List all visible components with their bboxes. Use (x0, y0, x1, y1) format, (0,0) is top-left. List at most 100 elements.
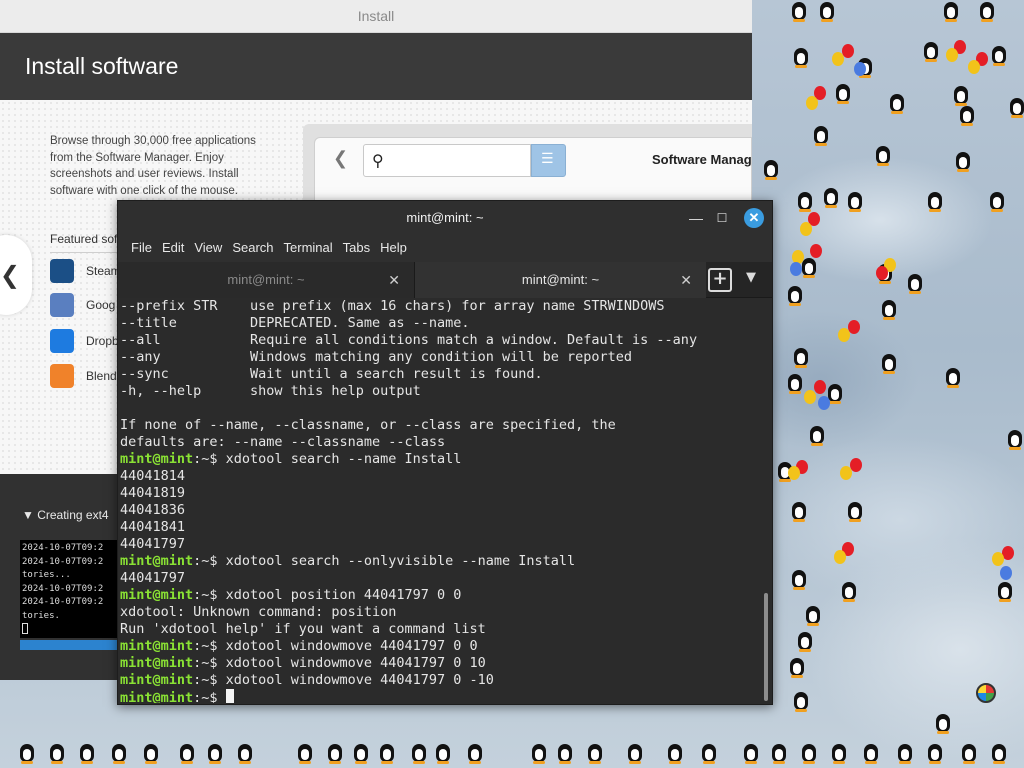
terminal-tab-1[interactable]: mint@mint: ~ ✕ (118, 262, 414, 298)
penguin-sprite (942, 0, 960, 22)
penguin-sprite (846, 500, 864, 522)
google-earth-icon (50, 293, 74, 317)
terminal-window[interactable]: mint@mint: ~ — ☐ ✕ File Edit View Search Ter… (117, 200, 773, 705)
shell-prompt: mint@mint (120, 587, 194, 603)
penguin-sprite (958, 104, 976, 126)
terminal-command-line: mint@mint:~$ xdotool position 44041797 0… (120, 587, 759, 604)
terminal-scrollbar[interactable] (764, 593, 768, 701)
penguin-sprite (880, 298, 898, 320)
menu-file[interactable]: File (126, 234, 157, 262)
penguin-sprite (808, 424, 826, 446)
software-manager-title: Software Manag (652, 152, 752, 167)
line-text: xdotool search --name Install (225, 451, 462, 467)
terminal-output-line: --all Require all conditions match a win… (120, 332, 759, 349)
penguin-sprite (770, 742, 788, 764)
penguin-sprite (326, 742, 344, 764)
menu-terminal[interactable]: Terminal (279, 234, 338, 262)
close-tab-icon[interactable]: ✕ (680, 262, 692, 298)
featured-item-label: Goog (86, 298, 116, 312)
penguin-sprite (952, 84, 970, 106)
terminal-tab-2[interactable]: mint@mint: ~ ✕ (414, 262, 706, 298)
search-icon: ⚲ (372, 151, 384, 170)
balloon (854, 62, 866, 76)
dropbox-icon (50, 329, 74, 353)
install-progress-toggle[interactable]: ▼ Creating ext4 (22, 508, 109, 522)
steam-icon (50, 259, 74, 283)
balloon (804, 390, 816, 404)
prompt-suffix: :~$ (193, 690, 226, 703)
prompt-suffix: :~$ (193, 638, 226, 654)
penguin-sprite (800, 742, 818, 764)
minimize-button[interactable]: — (686, 208, 706, 228)
terminal-output-line: If none of --name, --classname, or --cla… (120, 417, 759, 434)
terminal-output-line: 44041836 (120, 502, 759, 519)
shell-prompt: mint@mint (120, 553, 194, 569)
tab-menu-dropdown-icon[interactable]: ▼ (746, 270, 756, 285)
prompt-suffix: :~$ (193, 451, 226, 467)
balloon (968, 60, 980, 74)
penguin-sprite (906, 272, 924, 294)
penguin-sprite (742, 742, 760, 764)
terminal-titlebar[interactable]: mint@mint: ~ — ☐ ✕ (118, 201, 772, 234)
balloon (876, 266, 888, 280)
slide-description: Browse through 30,000 free applications … (50, 135, 256, 197)
menu-help[interactable]: Help (375, 234, 412, 262)
penguin-sprite (434, 742, 452, 764)
balloon (834, 550, 846, 564)
balloon (810, 244, 822, 258)
maximize-button[interactable]: ☐ (712, 208, 732, 228)
new-tab-button[interactable]: + (708, 268, 732, 292)
chevron-left-icon: ❮ (0, 261, 20, 289)
terminal-output-line: 44041797 (120, 536, 759, 553)
penguin-sprite (788, 656, 806, 678)
balloon (788, 466, 800, 480)
terminal-output-line: Run 'xdotool help' if you want a command… (120, 621, 759, 638)
penguin-sprite (862, 742, 880, 764)
terminal-command-line: mint@mint:~$ xdotool search --onlyvisibl… (120, 553, 759, 570)
menu-tabs[interactable]: Tabs (338, 234, 375, 262)
penguin-sprite (110, 742, 128, 764)
penguin-sprite (830, 742, 848, 764)
menu-view[interactable]: View (189, 234, 227, 262)
balloon (992, 552, 1004, 566)
penguin-sprite (236, 742, 254, 764)
menu-search[interactable]: Search (227, 234, 278, 262)
prompt-suffix: :~$ (193, 655, 226, 671)
penguin-sprite (530, 742, 548, 764)
search-box: ⚲ (363, 144, 531, 177)
penguin-sprite (934, 712, 952, 734)
line-text: xdotool windowmove 44041797 0 10 (225, 655, 486, 671)
penguin-sprite (874, 144, 892, 166)
close-button[interactable]: ✕ (744, 208, 764, 228)
terminal-output-line: 44041797 (120, 570, 759, 587)
line-text: 44041797 (120, 536, 186, 552)
prompt-suffix: :~$ (193, 587, 226, 603)
penguin-sprite (178, 742, 196, 764)
penguin-sprite (840, 580, 858, 602)
line-text: 44041836 (120, 502, 186, 518)
line-text (120, 400, 128, 416)
terminal-output-line: --title DEPRECATED. Same as --name. (120, 315, 759, 332)
close-tab-icon[interactable]: ✕ (388, 262, 400, 298)
line-text: xdotool windowmove 44041797 0 -10 (225, 672, 494, 688)
penguin-sprite (792, 690, 810, 712)
penguin-sprite (846, 190, 864, 212)
penguin-sprite (796, 190, 814, 212)
penguin-sprite (762, 158, 780, 180)
line-text: xdotool windowmove 44041797 0 0 (225, 638, 478, 654)
penguin-sprite (888, 92, 906, 114)
terminal-output[interactable]: --prefix STR use prefix (max 16 chars) f… (119, 298, 759, 703)
penguin-sprite (378, 742, 396, 764)
balloon (806, 96, 818, 110)
balloon (842, 44, 854, 58)
slideshow-prev-button[interactable]: ❮ (0, 235, 32, 315)
penguin-sprite (142, 742, 160, 764)
install-window-title: Install (0, 0, 752, 33)
app-corner-icon[interactable] (976, 683, 996, 703)
featured-software-title: Featured sof (50, 232, 118, 246)
line-text: 44041819 (120, 485, 186, 501)
shell-prompt: mint@mint (120, 451, 194, 467)
menu-edit[interactable]: Edit (157, 234, 189, 262)
balloon (946, 48, 958, 62)
log-cursor (22, 623, 28, 634)
